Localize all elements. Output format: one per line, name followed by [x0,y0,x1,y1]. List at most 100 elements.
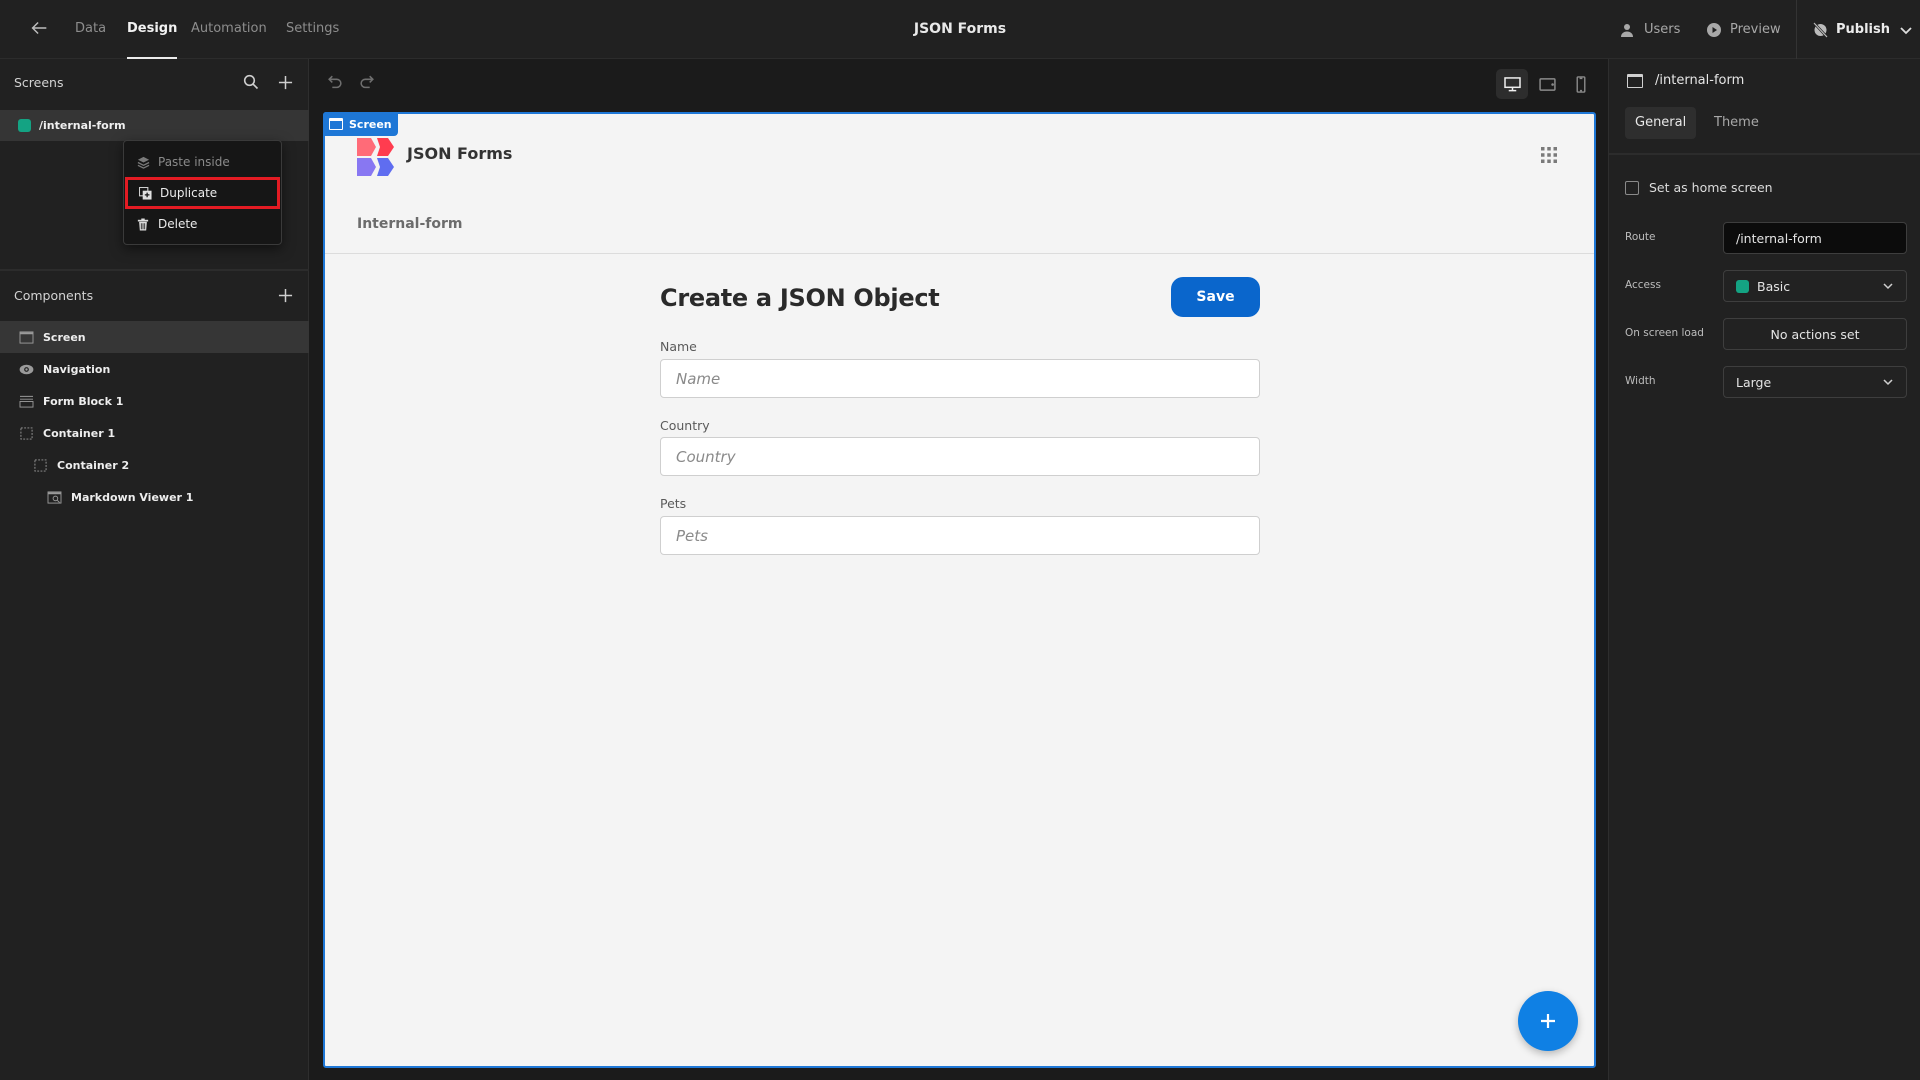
eye-icon [18,362,34,376]
chevron-down-icon [1883,379,1893,386]
app-logo [357,138,394,176]
component-screen[interactable]: Screen [0,321,309,353]
width-label: Width [1625,375,1656,387]
mobile-icon [1576,75,1586,93]
menu-item-label: Duplicate [160,186,218,200]
name-input[interactable] [660,359,1260,398]
name-label: Name [660,339,697,354]
back-arrow-icon[interactable] [28,17,52,41]
desktop-view-button[interactable] [1496,69,1528,99]
save-button[interactable]: Save [1171,277,1260,317]
component-label: Markdown Viewer 1 [71,490,194,504]
app-navigation[interactable]: JSON Forms Internal-form [325,114,1594,254]
access-select[interactable]: Basic [1723,270,1907,302]
on-load-label: On screen load [1625,327,1704,339]
form-title: Create a JSON Object [660,284,940,312]
component-container-2[interactable]: Container 2 [0,449,309,481]
container-icon [18,426,34,440]
markdown-icon [46,490,62,504]
chevron-down-icon [1883,283,1893,290]
screen-canvas[interactable]: JSON Forms Internal-form Create a JSON O… [323,112,1596,1068]
menu-item-paste-inside[interactable]: Paste inside [124,147,281,177]
grid-menu-icon[interactable] [1540,146,1558,164]
play-icon [1707,22,1721,37]
form-icon [18,394,34,408]
preview-button[interactable]: Preview [1706,0,1781,59]
nav-tab-data[interactable]: Data [75,0,106,59]
on-load-actions-button[interactable]: No actions set [1723,318,1907,350]
components-header: Components [0,275,309,315]
tab-general[interactable]: General [1625,107,1697,139]
publish-label: Publish [1836,22,1890,37]
users-button[interactable]: Users [1620,0,1680,59]
trash-icon [136,217,150,231]
nav-tab-design[interactable]: Design [127,0,178,59]
screen-item-internal-form[interactable]: /internal-form [0,110,309,141]
access-color-swatch [1736,279,1749,293]
publish-button[interactable]: Publish [1812,0,1914,59]
screen-icon [18,330,34,344]
menu-item-label: Delete [158,217,198,231]
divider [1609,153,1920,155]
users-label: Users [1644,22,1681,37]
left-sidebar: Screens /internal-form Components Screen… [0,59,309,1080]
screens-heading: Screens [14,74,64,90]
component-label: Screen [43,330,86,344]
desktop-icon [1503,76,1521,91]
properties-header: /internal-form [1627,73,1744,88]
access-label: Access [1625,279,1661,291]
home-screen-checkbox-row[interactable]: Set as home screen [1625,180,1773,195]
on-load-value: No actions set [1770,326,1860,342]
components-heading: Components [14,287,94,303]
country-input[interactable] [660,437,1260,476]
screen-tag-label: Screen [349,117,392,131]
pets-label: Pets [660,496,687,511]
container-icon [32,458,48,472]
screen-icon [1627,73,1643,88]
component-label: Container 1 [43,426,116,440]
search-icon[interactable] [241,72,261,92]
mobile-view-button[interactable] [1565,69,1597,99]
duplicate-icon [138,186,152,200]
preview-label: Preview [1730,22,1781,37]
component-markdown-viewer-1[interactable]: Markdown Viewer 1 [0,481,309,513]
nav-tab-automation[interactable]: Automation [191,0,267,59]
top-bar: Data Design Automation Settings JSON For… [0,0,1920,59]
home-screen-checkbox[interactable] [1625,180,1639,195]
divider [1796,0,1797,59]
add-component-icon[interactable] [275,285,295,305]
route-input[interactable]: /internal-form [1723,222,1907,254]
component-label: Form Block 1 [43,394,124,408]
paste-icon [136,155,150,169]
component-form-block-1[interactable]: Form Block 1 [0,385,309,417]
component-label: Container 2 [57,458,130,472]
screen-icon [329,118,343,130]
nav-tab-settings[interactable]: Settings [286,0,339,59]
divider [0,269,309,271]
nav-link-internal-form[interactable]: Internal-form [357,216,463,232]
pets-input[interactable] [660,516,1260,555]
redo-icon[interactable] [358,73,378,93]
width-select[interactable]: Large [1723,366,1907,398]
screen-route-label: /internal-form [39,119,126,132]
screen-selection-tag: Screen [323,112,398,136]
context-menu: Paste inside Duplicate Delete [123,140,282,245]
screens-header: Screens [0,62,309,102]
menu-item-delete[interactable]: Delete [124,209,281,239]
canvas-area: JSON Forms Internal-form Create a JSON O… [310,59,1607,1080]
tablet-icon [1538,77,1556,91]
tab-theme[interactable]: Theme [1704,107,1769,139]
country-label: Country [660,418,710,433]
chevron-down-icon[interactable] [1898,22,1914,38]
undo-icon[interactable] [326,73,346,93]
home-screen-label: Set as home screen [1649,180,1773,195]
plus-icon [1541,1014,1555,1028]
access-color-swatch [18,119,31,132]
width-value: Large [1736,374,1772,390]
component-navigation[interactable]: Navigation [0,353,309,385]
add-screen-icon[interactable] [275,72,295,92]
add-fab-button[interactable] [1518,991,1578,1051]
menu-item-duplicate[interactable]: Duplicate [125,177,280,209]
tablet-view-button[interactable] [1531,69,1563,99]
component-container-1[interactable]: Container 1 [0,417,309,449]
